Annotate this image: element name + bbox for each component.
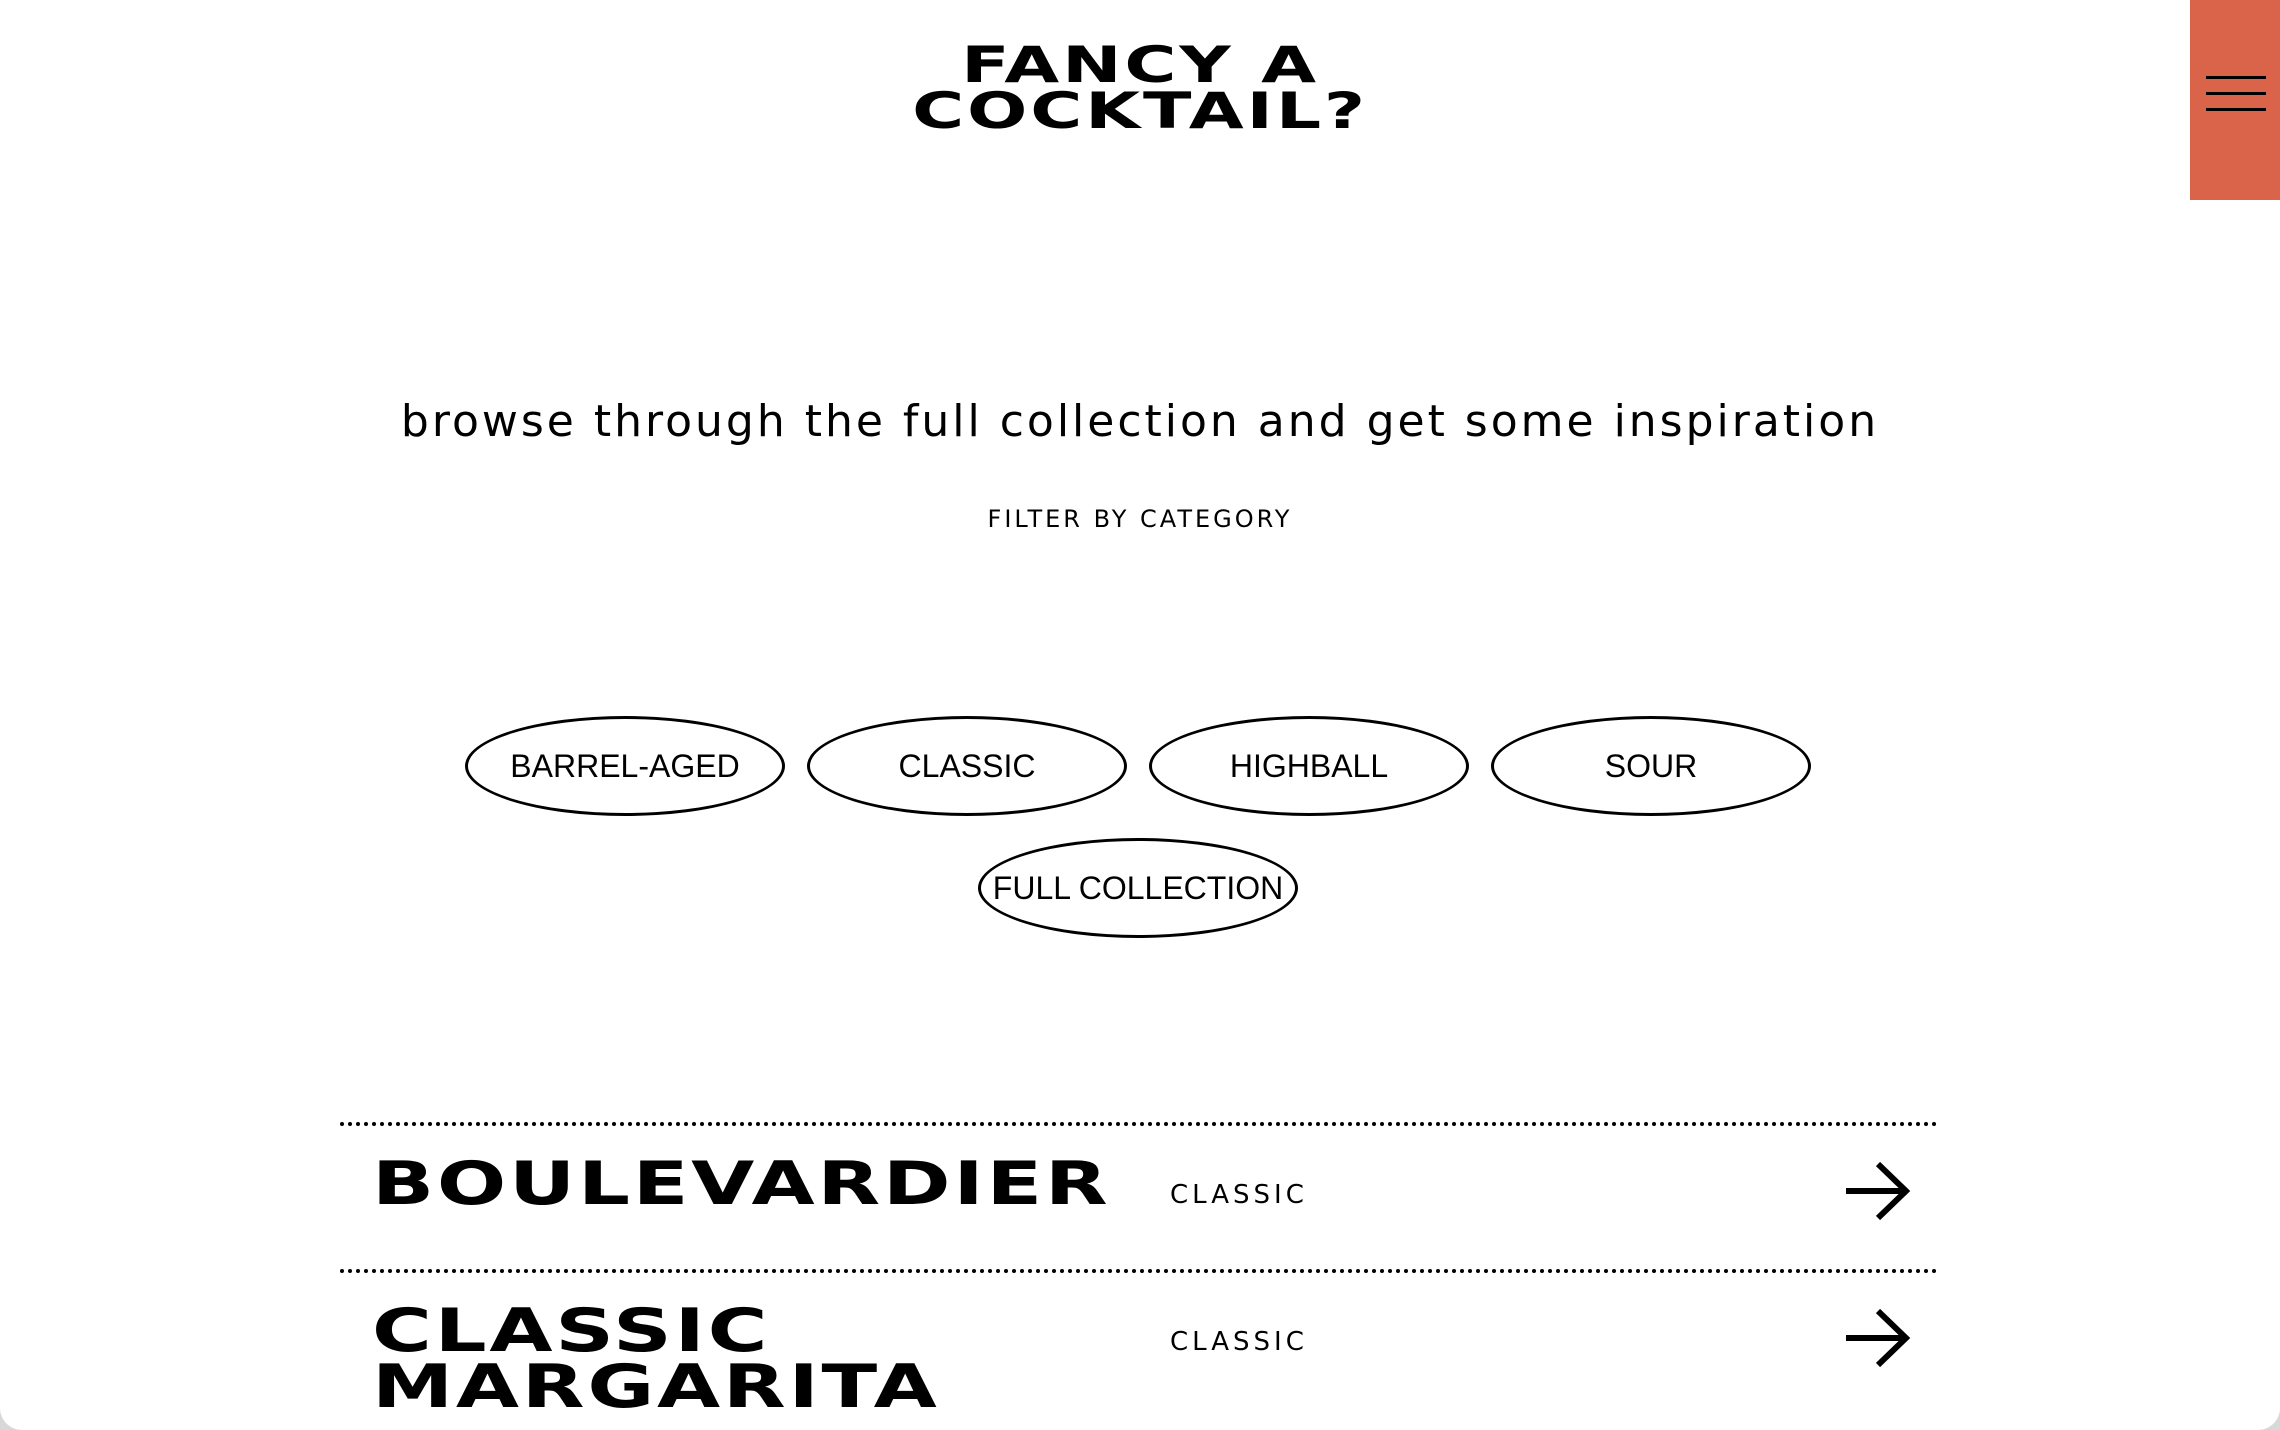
arrow-right-icon[interactable] — [1844, 1307, 1910, 1369]
filter-barrel-aged[interactable]: BARREL-AGED — [465, 716, 785, 816]
cocktail-category: CLASSIC — [1170, 1180, 1308, 1210]
cocktail-name: BOULEVARDIER — [372, 1149, 1111, 1219]
filter-full-collection[interactable]: FULL COLLECTION — [978, 838, 1298, 938]
hamburger-menu-icon — [2206, 76, 2266, 112]
filter-classic[interactable]: CLASSIC — [807, 716, 1127, 816]
page: FANCY A COCKTAIL? browse through the ful… — [0, 0, 2280, 1430]
cocktail-category: CLASSIC — [1170, 1327, 1308, 1357]
logo-line-2: COCKTAIL? — [912, 82, 1368, 140]
filter-heading: FILTER BY CATEGORY — [987, 505, 1293, 533]
site-logo[interactable]: FANCY A COCKTAIL? — [856, 40, 1424, 140]
intro-tagline: browse through the full collection and g… — [400, 396, 1880, 447]
menu-button[interactable] — [2190, 0, 2280, 200]
cocktail-name: CLASSIC MARGARITA — [372, 1296, 940, 1422]
filter-sour[interactable]: SOUR — [1491, 716, 1811, 816]
filter-highball[interactable]: HIGHBALL — [1149, 716, 1469, 816]
arrow-right-icon[interactable] — [1844, 1160, 1910, 1222]
cocktail-row-boulevardier[interactable]: BOULEVARDIER CLASSIC — [340, 1126, 1938, 1272]
cocktail-row-classic-margarita[interactable]: CLASSIC MARGARITA CLASSIC — [340, 1273, 1938, 1419]
